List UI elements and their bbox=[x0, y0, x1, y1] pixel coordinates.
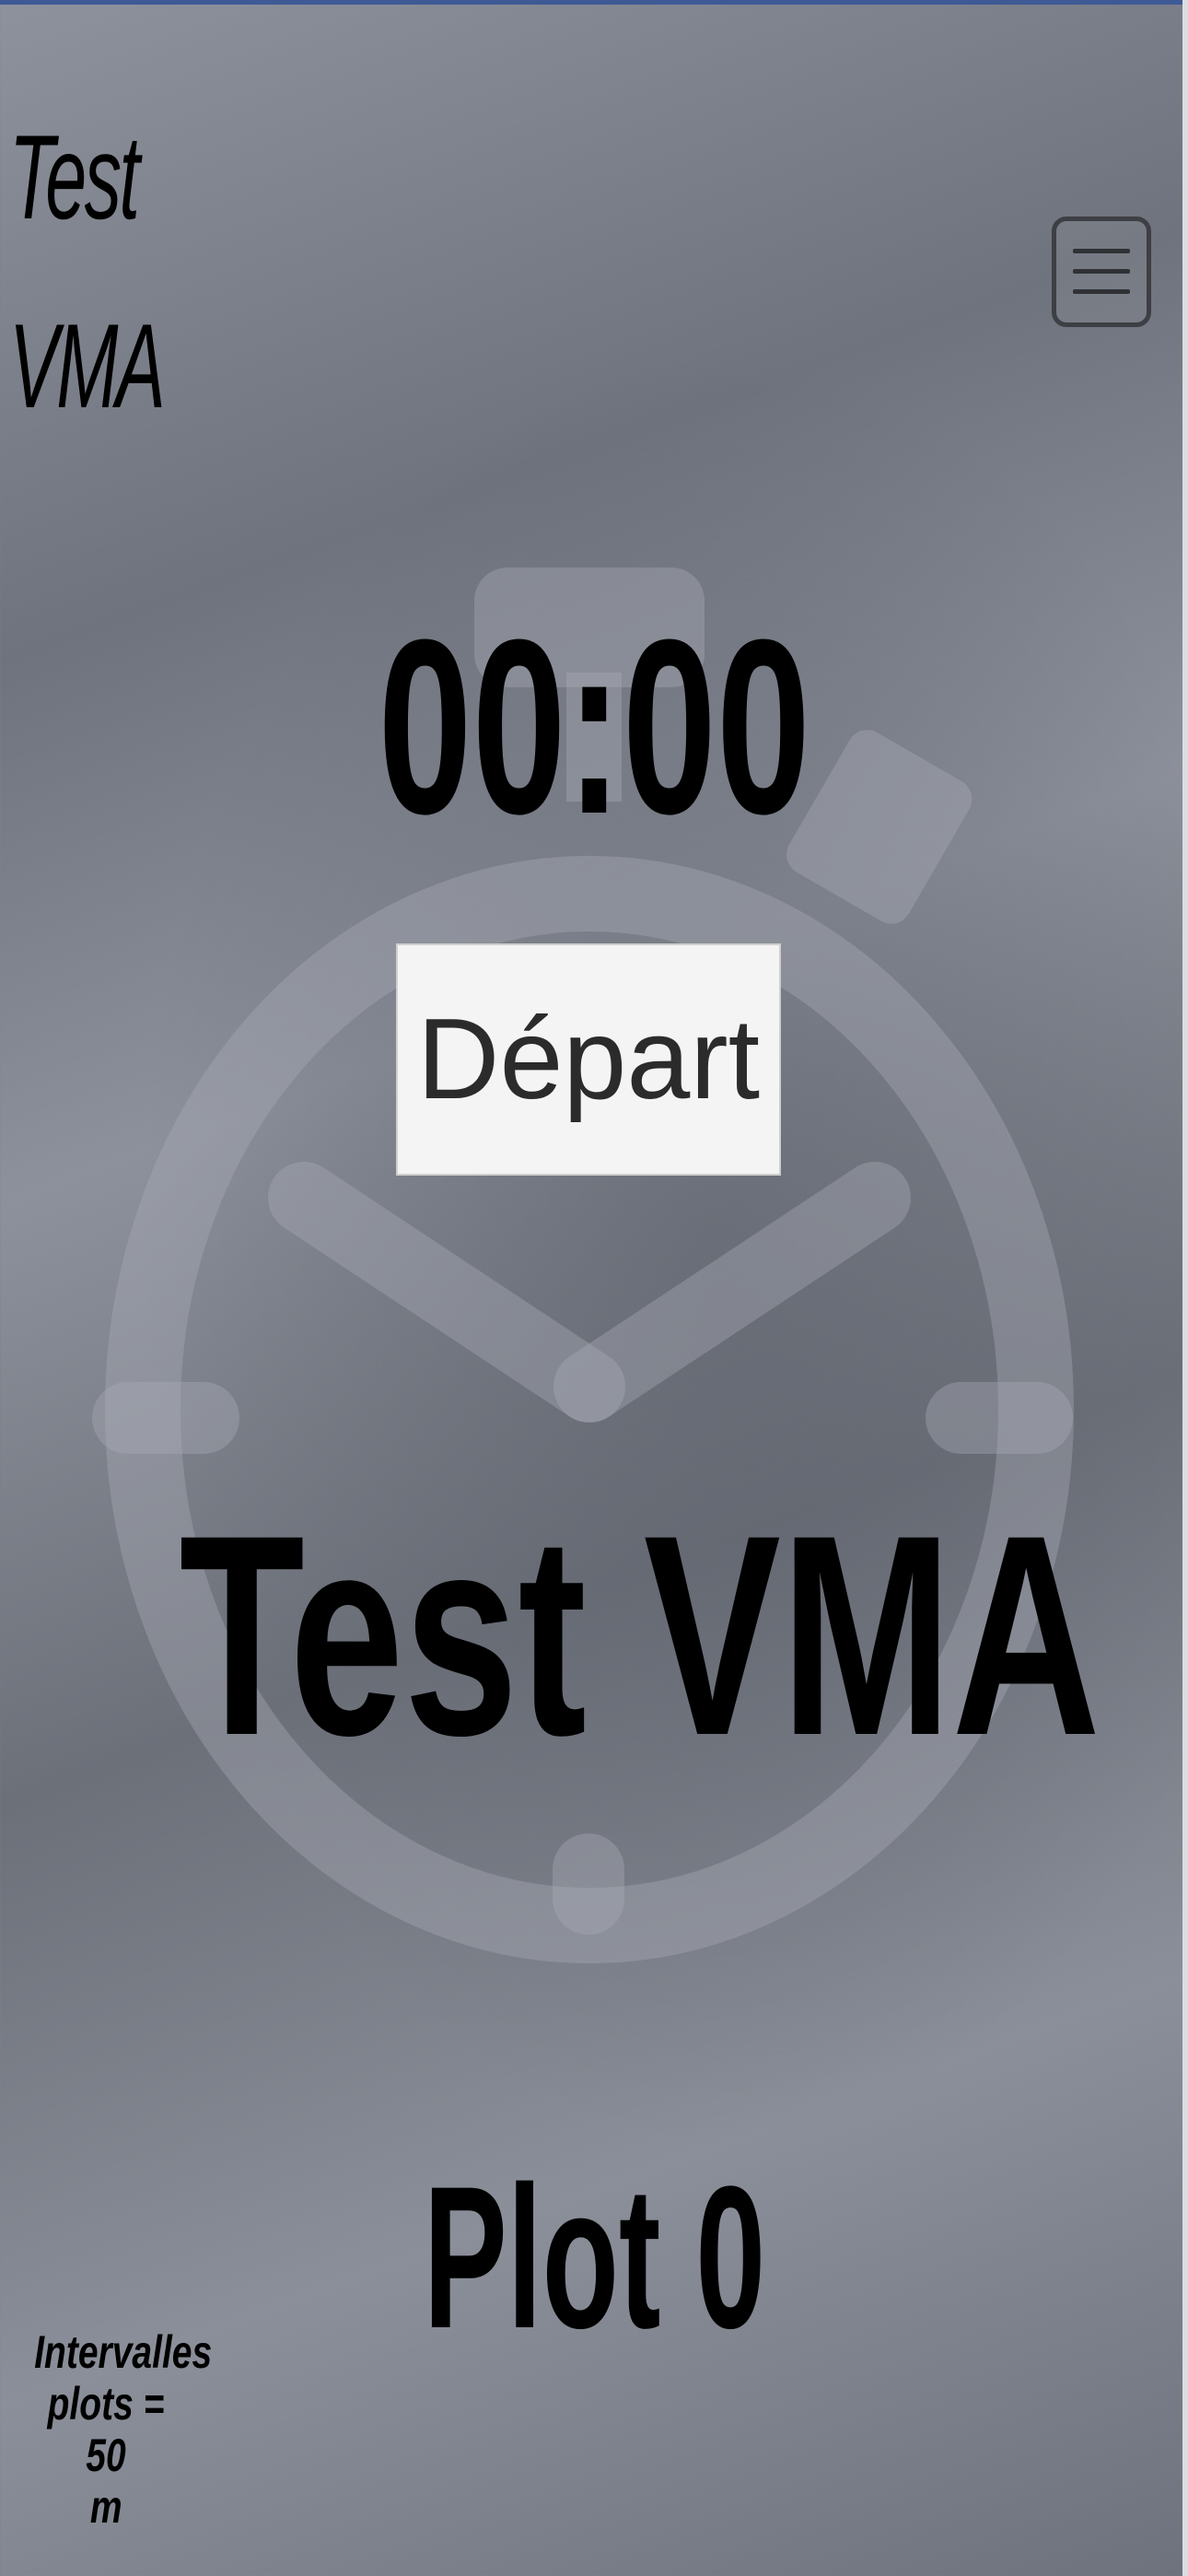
start-button[interactable]: Départ bbox=[396, 943, 781, 1176]
page-title-text: Test VMA bbox=[179, 1475, 1101, 1795]
plot-counter-text: Plot 0 bbox=[423, 2144, 765, 2371]
logo-line-1: Test bbox=[9, 110, 140, 244]
hamburger-menu-button[interactable] bbox=[1052, 217, 1151, 327]
page-title: Test VMA bbox=[0, 1493, 1188, 1778]
interval-line-3: m bbox=[89, 2481, 122, 2533]
interval-line-1: Intervalles bbox=[34, 2326, 213, 2378]
interval-line-2: plots = 50 bbox=[47, 2378, 165, 2481]
hamburger-bar bbox=[1073, 269, 1130, 274]
logo-line-2: VMA bbox=[9, 299, 166, 433]
hamburger-menu-icon bbox=[1073, 249, 1130, 253]
hamburger-bar bbox=[1073, 289, 1130, 294]
top-border bbox=[0, 0, 1188, 5]
timer-display: 00:00 bbox=[0, 603, 1188, 852]
timer-value: 00:00 bbox=[378, 589, 810, 866]
interval-note: Intervalles plots = 50 m bbox=[9, 2326, 212, 2533]
app-logo: Test VMA bbox=[9, 83, 212, 461]
